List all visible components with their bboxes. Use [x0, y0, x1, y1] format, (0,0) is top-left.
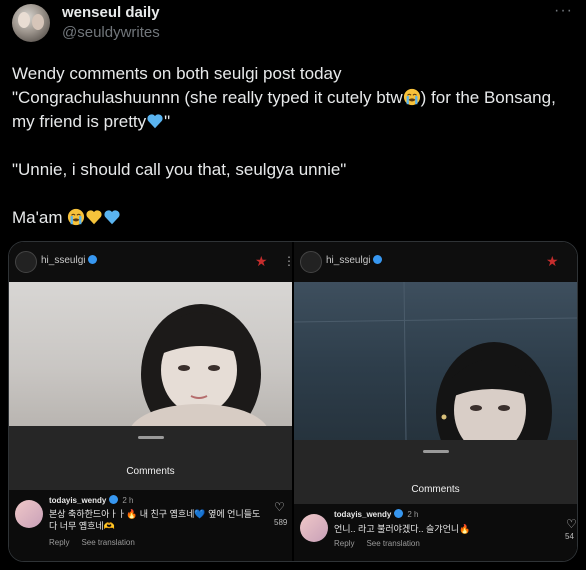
user-handle[interactable]: @seuldywrites — [62, 24, 160, 41]
tweet-line-2c: " — [164, 112, 171, 131]
verified-badge-icon — [109, 495, 119, 504]
yellow-heart-emoji-icon — [86, 210, 102, 225]
commenter-username: todayis_wendy 2 h — [334, 509, 419, 519]
tweet-line-4-text: Ma'am — [12, 208, 68, 227]
blue-heart-emoji-icon — [104, 210, 120, 225]
media-image-right[interactable]: hi_sseulgi ★ Comments todayis_wendy 2 h 언… — [294, 242, 577, 561]
reply-button[interactable]: Reply — [334, 539, 354, 548]
like-count: 54 — [565, 532, 574, 541]
ig-username: hi_sseulgi — [326, 255, 383, 266]
tweet-line-2a: "Congrachulashuunnn (she really typed it… — [12, 88, 403, 107]
comment-time: 2 h — [122, 496, 134, 505]
photo-seulgi — [9, 282, 292, 426]
comment-item: todayis_wendy 2 h 본상 축하한드아ㅏㅏ🔥 내 친구 옙흐네💙 옆… — [9, 490, 292, 561]
comment-text: 본상 축하한드아ㅏㅏ🔥 내 친구 옙흐네💙 옆에 언니들도 다 너무 옙흐네🫶 — [49, 509, 261, 531]
ig-username: hi_sseulgi — [41, 255, 98, 266]
ig-header: hi_sseulgi ★ — [294, 242, 577, 282]
tweet-line-2: "Congrachulashuunnn (she really typed it… — [12, 86, 572, 134]
comments-sheet: Comments — [9, 426, 292, 490]
comments-title: Comments — [126, 466, 175, 477]
verified-badge-icon — [373, 255, 383, 264]
commenter-avatar — [15, 500, 43, 528]
ig-avatar — [300, 251, 322, 273]
sheet-handle[interactable] — [137, 436, 164, 439]
comment-text: 언니.. 라고 불러야겠다.. 슬갸언니🔥 — [334, 524, 471, 534]
see-translation-button[interactable]: See translation — [366, 539, 419, 548]
media-image-left[interactable]: hi_sseulgi ★ ⋮ Comments todayis_wendy2 h… — [9, 242, 292, 561]
heart-icon[interactable]: ♡ — [566, 517, 577, 531]
photo-seulgi — [294, 282, 577, 440]
star-icon: ★ — [255, 253, 268, 269]
comment-actions: Reply See translation — [334, 539, 432, 548]
tweet-line-4: Ma'am — [12, 206, 572, 230]
comments-sheet: Comments — [294, 440, 577, 504]
star-icon: ★ — [546, 253, 559, 269]
ig-header: hi_sseulgi ★ ⋮ — [9, 242, 292, 282]
tweet-line-1: Wendy comments on both seulgi post today — [12, 64, 342, 83]
more-vertical-icon: ⋮ — [283, 254, 292, 268]
see-translation-button[interactable]: See translation — [81, 538, 134, 547]
sheet-handle[interactable] — [422, 450, 449, 453]
commenter-avatar — [300, 514, 328, 542]
verified-badge-icon — [88, 255, 98, 264]
comment-time: 2 h — [407, 510, 419, 519]
comment-actions: Reply See translation — [49, 538, 147, 547]
loudly-crying-emoji-icon — [403, 88, 420, 106]
more-options-button[interactable]: ··· — [554, 2, 573, 20]
verified-badge-icon — [394, 509, 404, 518]
tweet-avatar[interactable] — [12, 4, 50, 42]
comment-item: todayis_wendy 2 h 언니.. 라고 불러야겠다.. 슬갸언니🔥 R… — [294, 504, 577, 561]
tweet-text: Wendy comments on both seulgi post today… — [12, 62, 572, 230]
ig-avatar — [15, 251, 37, 273]
commenter-username: todayis_wendy 2 h — [49, 495, 134, 505]
tweet-line-3: "Unnie, i should call you that, seulgya … — [12, 160, 347, 179]
blue-heart-emoji-icon — [147, 114, 163, 129]
comments-title: Comments — [411, 484, 460, 495]
avatar-face-2 — [32, 14, 44, 30]
like-count: 589 — [274, 518, 288, 527]
reply-button[interactable]: Reply — [49, 538, 69, 547]
display-name[interactable]: wenseul daily — [62, 4, 160, 21]
avatar-face-1 — [18, 12, 30, 28]
loudly-crying-emoji-icon — [68, 208, 85, 226]
heart-icon[interactable]: ♡ — [274, 500, 285, 514]
tweet-media[interactable]: hi_sseulgi ★ ⋮ Comments todayis_wendy2 h… — [8, 241, 578, 562]
